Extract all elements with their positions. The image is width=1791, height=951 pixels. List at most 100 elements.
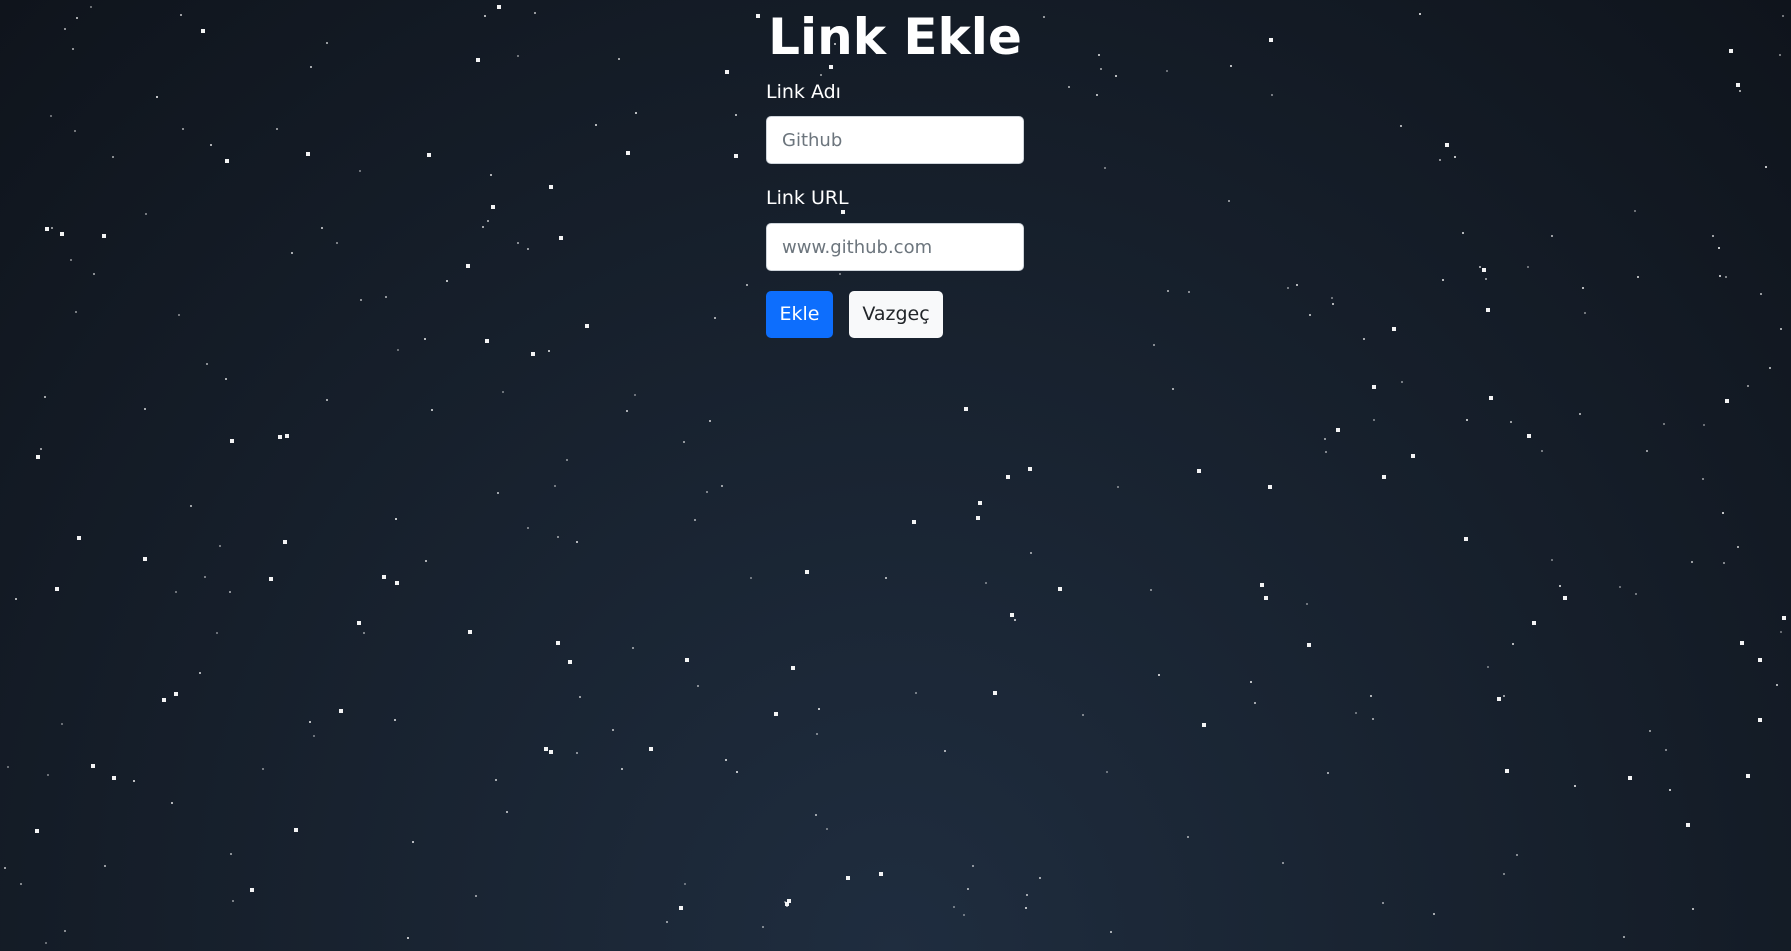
star — [1485, 278, 1487, 280]
star — [1309, 314, 1311, 316]
star — [1719, 275, 1721, 277]
star — [1780, 328, 1782, 330]
star — [1372, 385, 1376, 389]
star — [112, 156, 114, 158]
add-button[interactable]: Ekle — [766, 291, 833, 338]
star — [7, 766, 9, 768]
star — [818, 708, 820, 710]
link-url-input[interactable] — [766, 223, 1024, 271]
star — [394, 719, 396, 721]
star — [269, 577, 273, 581]
star — [206, 363, 208, 365]
star — [359, 170, 361, 172]
star — [1106, 771, 1108, 773]
star — [1372, 718, 1374, 720]
star — [1082, 714, 1084, 716]
star — [4, 867, 6, 869]
star — [1740, 641, 1744, 645]
star — [632, 647, 634, 649]
star — [549, 185, 553, 189]
star — [91, 764, 95, 768]
star — [517, 242, 519, 244]
star — [1264, 596, 1268, 600]
star — [1737, 546, 1739, 548]
star — [706, 491, 708, 493]
star — [45, 227, 49, 231]
star — [1635, 593, 1637, 595]
star — [1703, 424, 1705, 426]
star — [1746, 774, 1750, 778]
star — [944, 750, 946, 752]
star — [915, 692, 917, 694]
star — [424, 338, 426, 340]
star — [262, 768, 264, 770]
star — [1166, 70, 1168, 72]
star — [20, 883, 22, 885]
star — [634, 394, 636, 396]
star — [397, 349, 399, 351]
star — [1014, 619, 1016, 621]
star — [1729, 49, 1733, 53]
star — [774, 712, 778, 716]
star — [568, 660, 572, 664]
star — [1392, 327, 1396, 331]
star — [1497, 697, 1501, 701]
star — [225, 378, 227, 380]
star — [635, 112, 637, 114]
star — [978, 501, 982, 505]
star — [963, 914, 965, 916]
star — [618, 58, 620, 60]
star — [1100, 68, 1102, 70]
star — [230, 853, 232, 855]
star — [15, 598, 17, 600]
star — [1686, 823, 1690, 827]
star — [548, 350, 550, 352]
star — [133, 780, 135, 782]
star — [230, 439, 234, 443]
star — [1722, 512, 1724, 514]
star — [1382, 475, 1386, 479]
star — [178, 314, 180, 316]
star — [1026, 894, 1028, 896]
star — [762, 926, 764, 928]
star — [1271, 94, 1273, 96]
star — [1628, 776, 1632, 780]
star — [487, 220, 489, 222]
star — [1669, 789, 1671, 791]
link-name-input[interactable] — [766, 116, 1024, 164]
star — [734, 154, 738, 158]
star — [1254, 702, 1256, 704]
star — [395, 518, 397, 520]
star — [1510, 421, 1512, 423]
star — [1623, 936, 1625, 938]
star — [1559, 585, 1561, 587]
star — [174, 692, 178, 696]
star — [1779, 54, 1781, 56]
cancel-button[interactable]: Vazgeç — [849, 291, 943, 338]
star — [201, 29, 205, 33]
star — [1649, 730, 1651, 732]
star — [1010, 613, 1014, 617]
star — [791, 666, 795, 670]
star — [1487, 666, 1489, 668]
star — [885, 577, 887, 579]
star — [490, 174, 492, 176]
star — [425, 560, 427, 562]
star — [612, 729, 614, 731]
star — [64, 930, 66, 932]
star — [725, 70, 729, 74]
star — [1110, 931, 1112, 933]
star — [1363, 338, 1365, 340]
star — [1115, 75, 1117, 77]
star — [595, 124, 597, 126]
star — [431, 409, 433, 411]
star — [1331, 297, 1333, 299]
star — [310, 66, 312, 68]
star — [1327, 772, 1329, 774]
star — [143, 557, 147, 561]
star — [363, 632, 365, 634]
star — [497, 5, 501, 9]
star — [35, 829, 39, 833]
star — [171, 802, 173, 804]
star — [321, 227, 323, 229]
